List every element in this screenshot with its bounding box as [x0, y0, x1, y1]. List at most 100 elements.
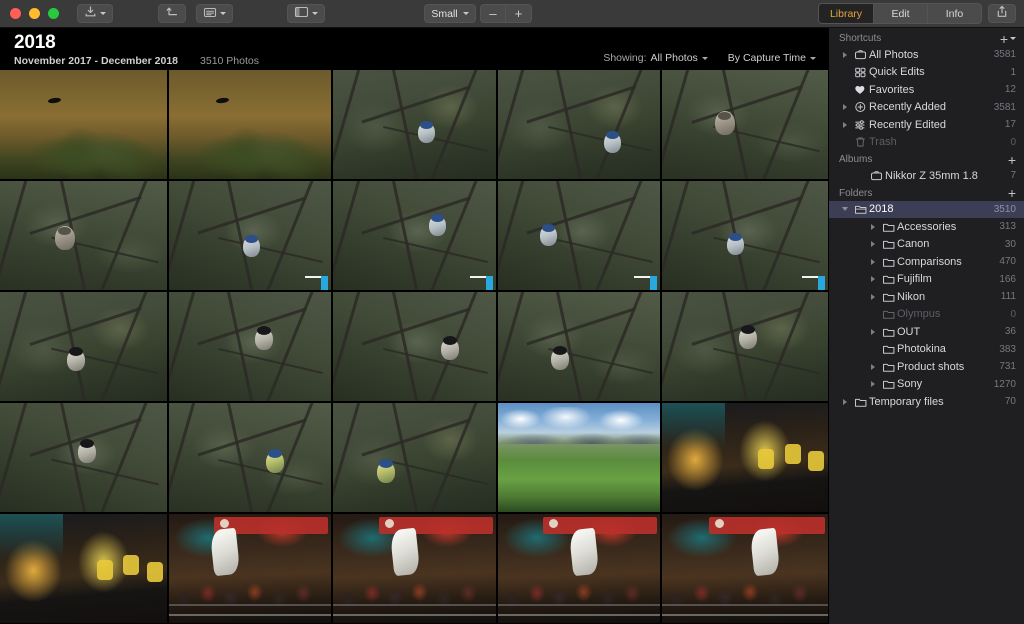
- photo-thumbnail[interactable]: [168, 181, 332, 290]
- add-folder-icon[interactable]: +: [1008, 186, 1016, 200]
- sidebar-item-olympus[interactable]: Olympus 0: [829, 306, 1024, 324]
- chevron-down-icon: [312, 12, 318, 15]
- photo-thumbnail[interactable]: [0, 181, 167, 290]
- sidebar-item-recently-added[interactable]: Recently Added 3581: [829, 99, 1024, 117]
- thumbnail-rating-bar: [634, 276, 651, 278]
- disclosure-triangle-icon[interactable]: [867, 241, 879, 248]
- sidebar-item-temporary-files[interactable]: Temporary files 70: [829, 393, 1024, 411]
- bird-subject: [738, 324, 757, 349]
- sidebar-item-nikkor-z-35mm-1-8[interactable]: Nikkor Z 35mm 1.8 7: [829, 167, 1024, 185]
- sidebar-item-label: Olympus: [897, 308, 941, 321]
- photo-thumbnail[interactable]: [0, 70, 167, 179]
- disclosure-triangle-icon[interactable]: [839, 398, 851, 405]
- photo-thumbnail[interactable]: [168, 292, 332, 401]
- sidebar-item-label: Fujifilm: [897, 273, 932, 286]
- zoom-window-button[interactable]: [48, 8, 59, 19]
- photo-grid-row: [0, 403, 828, 512]
- sidebar-item-count: 731: [999, 361, 1016, 373]
- photo-thumbnail[interactable]: [0, 292, 167, 401]
- import-button[interactable]: [77, 4, 113, 23]
- sidebar-item-trash[interactable]: Trash 0: [829, 134, 1024, 152]
- photo-thumbnail[interactable]: [662, 181, 828, 290]
- tab-edit[interactable]: Edit: [873, 4, 927, 23]
- photo-thumbnail[interactable]: [333, 70, 496, 179]
- sidebar-section-header: Folders +: [829, 185, 1024, 201]
- photo-thumbnail[interactable]: [662, 514, 828, 623]
- disclosure-triangle-icon[interactable]: [867, 328, 879, 335]
- photo-thumbnail[interactable]: [662, 70, 828, 179]
- disclosure-triangle-icon[interactable]: [839, 207, 851, 212]
- photo-thumbnail[interactable]: [333, 403, 496, 512]
- sidebar-item-count: 383: [999, 343, 1016, 355]
- photo-thumbnail[interactable]: [497, 403, 661, 512]
- add-album-icon[interactable]: +: [1008, 153, 1016, 167]
- photo-thumbnail[interactable]: [662, 403, 828, 512]
- showing-filter[interactable]: Showing: All Photos: [603, 52, 708, 64]
- bird-subject: [429, 213, 447, 236]
- camera-icon: [867, 170, 885, 182]
- thumbnail-image: [333, 514, 496, 623]
- photo-thumbnail[interactable]: [0, 403, 167, 512]
- photo-thumbnail[interactable]: [0, 514, 167, 623]
- photo-thumbnail[interactable]: [497, 70, 661, 179]
- sidebar-item-accessories[interactable]: Accessories 313: [829, 218, 1024, 236]
- photo-thumbnail[interactable]: [333, 514, 496, 623]
- disclosure-triangle-icon[interactable]: [867, 293, 879, 300]
- sidebar-item-nikon[interactable]: Nikon 111: [829, 288, 1024, 306]
- thumbnail-edit-badge: [321, 276, 329, 290]
- sidebar-item-out[interactable]: OUT 36: [829, 323, 1024, 341]
- photo-thumbnail[interactable]: [497, 292, 661, 401]
- photo-thumbnail[interactable]: [333, 292, 496, 401]
- photo-thumbnail[interactable]: [168, 514, 332, 623]
- sidebar-item-count: 470: [999, 256, 1016, 268]
- disclosure-triangle-icon[interactable]: [867, 381, 879, 388]
- photo-thumbnail[interactable]: [497, 514, 661, 623]
- disclosure-triangle-icon[interactable]: [867, 223, 879, 230]
- heart-icon: [851, 84, 869, 96]
- zoom-out-button[interactable]: –: [480, 4, 506, 23]
- sidebar-item-quick-edits[interactable]: Quick Edits 1: [829, 64, 1024, 82]
- disclosure-triangle-icon[interactable]: [839, 51, 851, 58]
- photo-thumbnail[interactable]: [662, 292, 828, 401]
- disclosure-triangle-icon[interactable]: [867, 276, 879, 283]
- share-button[interactable]: [988, 4, 1016, 23]
- bird-subject: [66, 346, 85, 371]
- sidebar-item-product-shots[interactable]: Product shots 731: [829, 358, 1024, 376]
- zoom-in-button[interactable]: +: [506, 4, 532, 23]
- sidebar-item-comparisons[interactable]: Comparisons 470: [829, 253, 1024, 271]
- sidebar-item-all-photos[interactable]: All Photos 3581: [829, 46, 1024, 64]
- sidebar-item-canon[interactable]: Canon 30: [829, 236, 1024, 254]
- sidebar-toggle-button[interactable]: [287, 4, 325, 23]
- photo-thumbnail[interactable]: [168, 403, 332, 512]
- photo-thumbnail[interactable]: [497, 181, 661, 290]
- thumbnail-size-select[interactable]: Small: [424, 4, 476, 23]
- thumbnail-image: [497, 514, 661, 623]
- add-shortcut-icon[interactable]: +: [1000, 32, 1016, 46]
- undo-button[interactable]: [158, 4, 186, 23]
- minimize-window-button[interactable]: [29, 8, 40, 19]
- photo-thumbnail[interactable]: [333, 181, 496, 290]
- disclosure-triangle-icon[interactable]: [867, 258, 879, 265]
- sort-order-select[interactable]: By Capture Time: [728, 52, 816, 64]
- tab-library[interactable]: Library: [819, 4, 873, 23]
- photo-grid[interactable]: [0, 70, 828, 624]
- sidebar-item-2018[interactable]: 2018 3510: [829, 200, 1024, 218]
- sidebar-item-fujifilm[interactable]: Fujifilm 166: [829, 271, 1024, 289]
- photo-thumbnail[interactable]: [168, 70, 332, 179]
- disclosure-triangle-icon[interactable]: [839, 121, 851, 128]
- tab-info[interactable]: Info: [927, 4, 981, 23]
- folder-icon: [879, 291, 897, 303]
- sidebar-item-favorites[interactable]: Favorites 12: [829, 81, 1024, 99]
- thumbnail-image: [168, 181, 332, 290]
- disclosure-triangle-icon[interactable]: [867, 363, 879, 370]
- sidebar-item-sony[interactable]: Sony 1270: [829, 376, 1024, 394]
- folder-icon: [879, 326, 897, 338]
- disclosure-triangle-icon[interactable]: [839, 104, 851, 111]
- camera-icon: [851, 49, 869, 61]
- sidebar-item-photokina[interactable]: Photokina 383: [829, 341, 1024, 359]
- thumbnail-rating-bar: [469, 276, 486, 278]
- view-options-button[interactable]: [196, 4, 233, 23]
- close-window-button[interactable]: [10, 8, 21, 19]
- sidebar-item-label: Comparisons: [897, 255, 962, 268]
- sidebar-item-recently-edited[interactable]: Recently Edited 17: [829, 116, 1024, 134]
